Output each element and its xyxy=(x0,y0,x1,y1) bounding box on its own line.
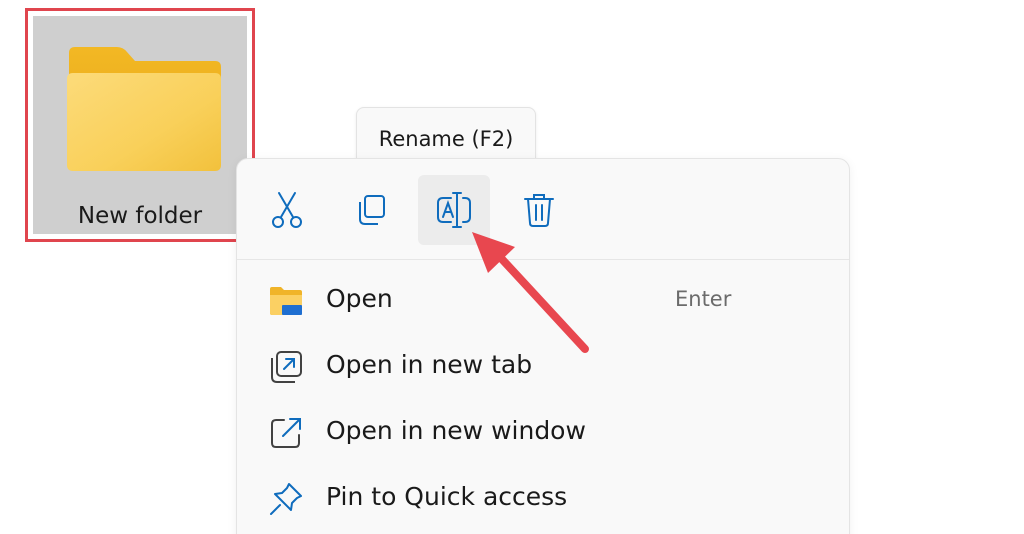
menu-item-pin-to-quick-access[interactable]: Pin to Quick access xyxy=(237,469,849,529)
cut-button[interactable] xyxy=(251,175,323,245)
trash-icon xyxy=(524,194,554,227)
folder-open-icon xyxy=(270,287,302,315)
menu-item-open[interactable]: Open Enter xyxy=(237,271,849,331)
copy-icon xyxy=(359,195,385,225)
new-window-icon xyxy=(271,418,301,448)
menu-item-shortcut: Enter xyxy=(675,287,732,311)
folder-selection-background: New folder xyxy=(33,16,247,234)
copy-button[interactable] xyxy=(335,175,407,245)
delete-button[interactable] xyxy=(503,175,575,245)
menu-item-open-in-new-tab[interactable]: Open in new tab xyxy=(237,337,849,397)
menu-item-label: Open xyxy=(326,284,393,313)
pin-icon xyxy=(270,483,302,515)
menu-item-label: Open in new tab xyxy=(326,350,533,379)
rename-button[interactable] xyxy=(418,175,490,245)
folder-icon xyxy=(67,47,221,171)
menu-item-label: Pin to Quick access xyxy=(326,482,568,511)
context-menu-toolbar xyxy=(237,159,849,259)
new-tab-icon xyxy=(271,351,302,383)
menu-divider xyxy=(237,259,849,260)
rename-icon xyxy=(437,192,471,228)
screenshot-canvas: New folder Rename (F2) Open Enter Open i… xyxy=(0,0,1024,534)
selected-folder-tile[interactable]: New folder xyxy=(25,8,255,242)
scissors-icon xyxy=(272,192,302,228)
context-menu: Open Enter Open in new tab Open in new w… xyxy=(236,158,850,534)
menu-item-label: Open in new window xyxy=(326,416,586,445)
menu-item-open-in-new-window[interactable]: Open in new window xyxy=(237,403,849,463)
folder-name-label: New folder xyxy=(77,203,203,229)
